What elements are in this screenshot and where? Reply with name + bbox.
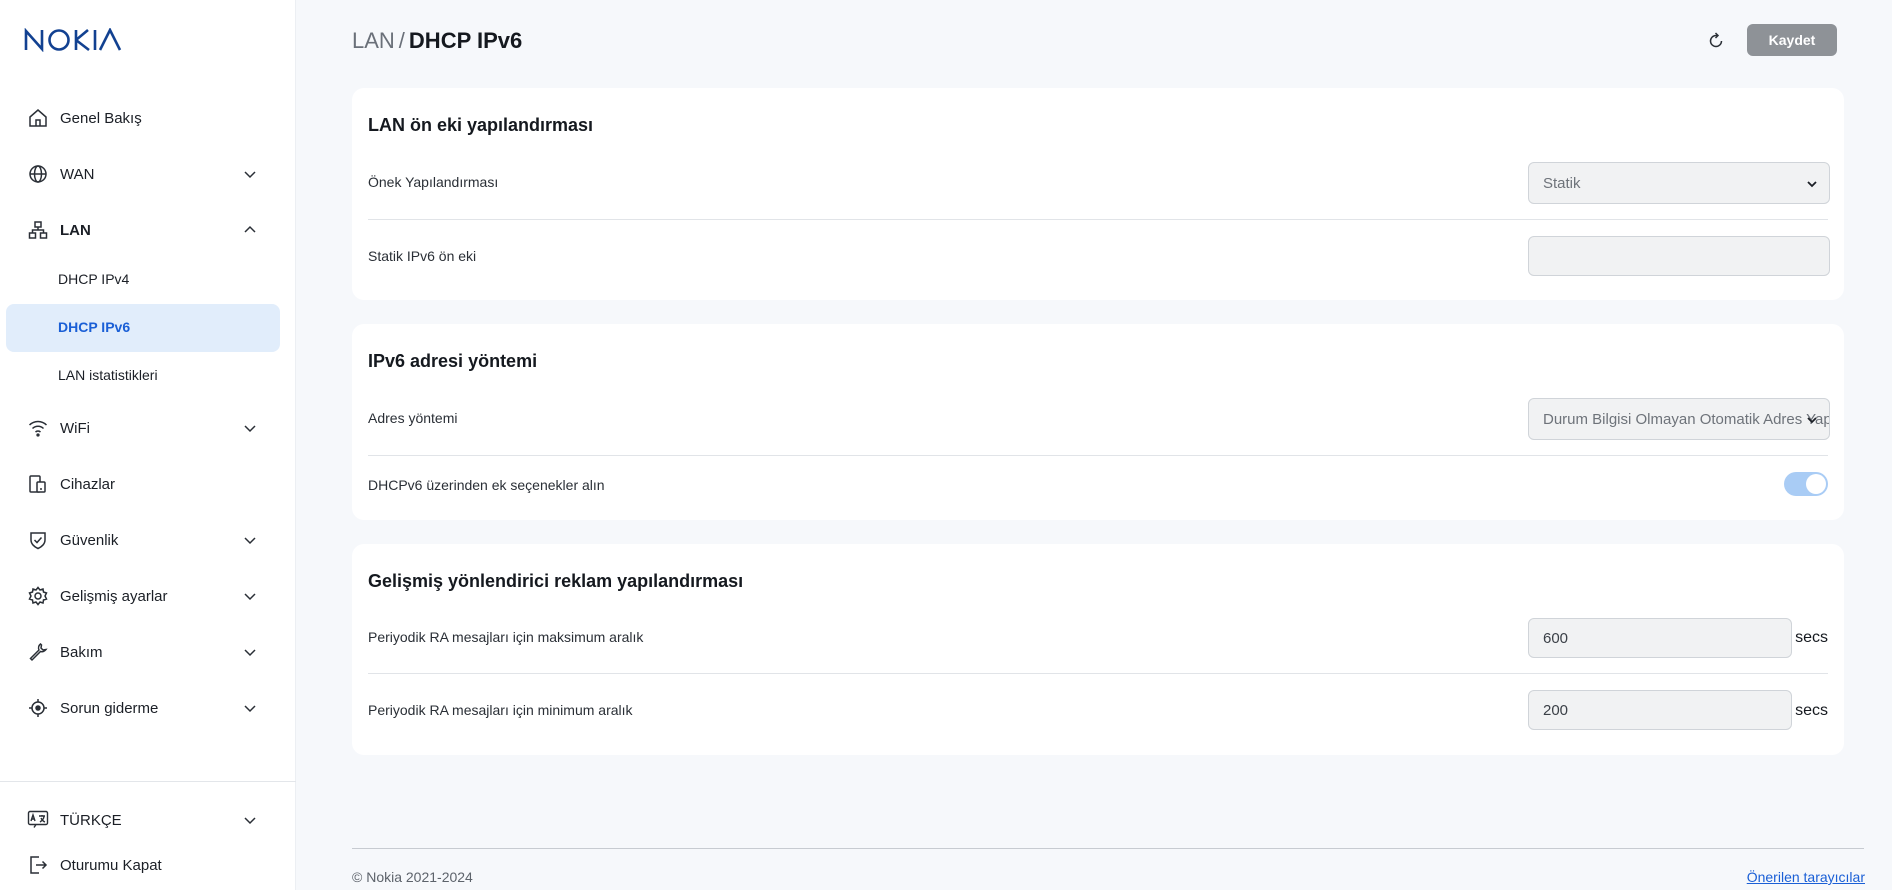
ra-min-label: Periyodik RA mesajları için minimum aral… [368, 702, 633, 718]
chevron-down-icon [1807, 181, 1817, 188]
page-title: DHCP IPv6 [408, 28, 523, 53]
sidebar-item-label: Genel Bakış [60, 109, 142, 127]
sidebar-divider [0, 781, 296, 782]
sidebar-item-wifi[interactable]: WiFi [6, 404, 280, 452]
globe-icon [27, 163, 49, 185]
nokia-logo [24, 28, 122, 52]
address-method-select[interactable]: Durum Bilgisi Olmayan Otomatik Adres Yap… [1528, 398, 1830, 440]
sidebar-item-label: Gelişmiş ayarlar [60, 587, 168, 605]
router-adv-card: Gelişmiş yönlendirici reklam yapılandırm… [352, 544, 1844, 755]
row-divider [368, 455, 1828, 456]
chevron-down-icon [244, 537, 256, 545]
refresh-button[interactable] [1705, 30, 1727, 52]
home-icon [27, 107, 49, 129]
sidebar-item-security[interactable]: Güvenlik [6, 516, 280, 564]
page-header: LAN / DHCP IPv6 Kaydet [352, 24, 1837, 64]
sidebar-item-label: Sorun giderme [60, 699, 159, 717]
sidebar-item-label: Güvenlik [60, 531, 119, 549]
prefix-config-label: Önek Yapılandırması [368, 174, 499, 190]
sidebar-subitem-label: LAN istatistikleri [58, 367, 158, 383]
address-method-value: Durum Bilgisi Olmayan Otomatik Adres Yap… [1543, 410, 1830, 428]
sidebar-subitem-dhcp-ipv6[interactable]: DHCP IPv6 [6, 304, 280, 352]
sidebar: Genel Bakış WAN LAN DHCP IPv4 DHCP IPv6 … [0, 0, 296, 890]
lan-prefix-card: LAN ön eki yapılandırması Önek Yapılandı… [352, 88, 1844, 300]
ra-max-label: Periyodik RA mesajları için maksimum ara… [368, 629, 644, 645]
shield-icon [27, 529, 49, 551]
address-method-card: IPv6 adresi yöntemi Adres yöntemi Durum … [352, 324, 1844, 520]
sidebar-subitem-dhcp-ipv4[interactable]: DHCP IPv4 [6, 256, 280, 304]
language-selector[interactable]: TÜRKÇE [6, 796, 280, 844]
chevron-down-icon [1807, 417, 1817, 424]
wifi-icon [27, 417, 49, 439]
dhcp-options-label: DHCPv6 üzerinden ek seçenekler alın [368, 477, 605, 493]
chevron-down-icon [244, 593, 256, 601]
chevron-down-icon [244, 705, 256, 713]
sidebar-subitem-label: DHCP IPv4 [58, 271, 130, 287]
section-title: LAN ön eki yapılandırması [368, 115, 594, 135]
row-divider [368, 219, 1828, 220]
sidebar-item-wan[interactable]: WAN [6, 150, 280, 198]
ra-min-unit: secs [1795, 702, 1828, 719]
refresh-icon [1709, 32, 1723, 48]
sidebar-item-lan[interactable]: LAN [6, 206, 280, 254]
address-method-label: Adres yöntemi [368, 410, 458, 426]
sidebar-subitem-label: DHCP IPv6 [58, 319, 131, 335]
sidebar-item-label: WiFi [60, 419, 90, 437]
static-prefix-label: Statik IPv6 ön eki [368, 248, 477, 264]
section-title: IPv6 adresi yöntemi [368, 351, 538, 371]
static-prefix-input[interactable] [1528, 236, 1830, 276]
recommended-browsers-link[interactable]: Önerilen tarayıcılar [1747, 869, 1865, 885]
network-icon [27, 219, 49, 241]
gear-icon [27, 585, 49, 607]
chevron-down-icon [244, 425, 256, 433]
sidebar-item-label: Cihazlar [60, 475, 116, 493]
save-button[interactable]: Kaydet [1747, 24, 1837, 56]
chevron-down-icon [244, 817, 256, 825]
target-icon [27, 697, 49, 719]
breadcrumb: LAN / DHCP IPv6 [352, 28, 522, 54]
logout-button[interactable]: Oturumu Kapat [6, 841, 280, 889]
chevron-down-icon [244, 649, 256, 657]
copyright-text: © Nokia 2021-2024 [352, 869, 473, 885]
dhcp-options-toggle[interactable] [1784, 472, 1828, 496]
sidebar-item-label: Bakım [60, 643, 103, 661]
footer-divider [352, 848, 1864, 849]
prefix-config-value: Statik [1543, 174, 1581, 192]
translate-icon [27, 809, 49, 831]
logout-icon [27, 854, 49, 876]
logout-label: Oturumu Kapat [60, 856, 162, 874]
sidebar-item-troubleshooting[interactable]: Sorun giderme [6, 684, 280, 732]
prefix-config-select[interactable]: Statik [1528, 162, 1830, 204]
chevron-up-icon [244, 225, 256, 233]
sidebar-item-label: WAN [60, 165, 95, 183]
sidebar-subitem-lan-stats[interactable]: LAN istatistikleri [6, 352, 280, 400]
row-divider [368, 673, 1828, 674]
sidebar-item-label: LAN [60, 221, 91, 239]
ra-max-unit: secs [1795, 629, 1828, 646]
chevron-down-icon [244, 171, 256, 179]
sidebar-item-maintenance[interactable]: Bakım [6, 628, 280, 676]
breadcrumb-separator: / [398, 28, 405, 53]
sidebar-item-advanced[interactable]: Gelişmiş ayarlar [6, 572, 280, 620]
wrench-icon [27, 641, 49, 663]
breadcrumb-parent[interactable]: LAN [352, 28, 395, 53]
ra-max-input[interactable] [1528, 618, 1792, 658]
devices-icon [27, 473, 49, 495]
toggle-knob [1806, 474, 1826, 494]
sidebar-item-overview[interactable]: Genel Bakış [6, 94, 280, 142]
ra-min-input[interactable] [1528, 690, 1792, 730]
language-label: TÜRKÇE [60, 811, 122, 829]
sidebar-item-devices[interactable]: Cihazlar [6, 460, 280, 508]
section-title: Gelişmiş yönlendirici reklam yapılandırm… [368, 571, 744, 591]
